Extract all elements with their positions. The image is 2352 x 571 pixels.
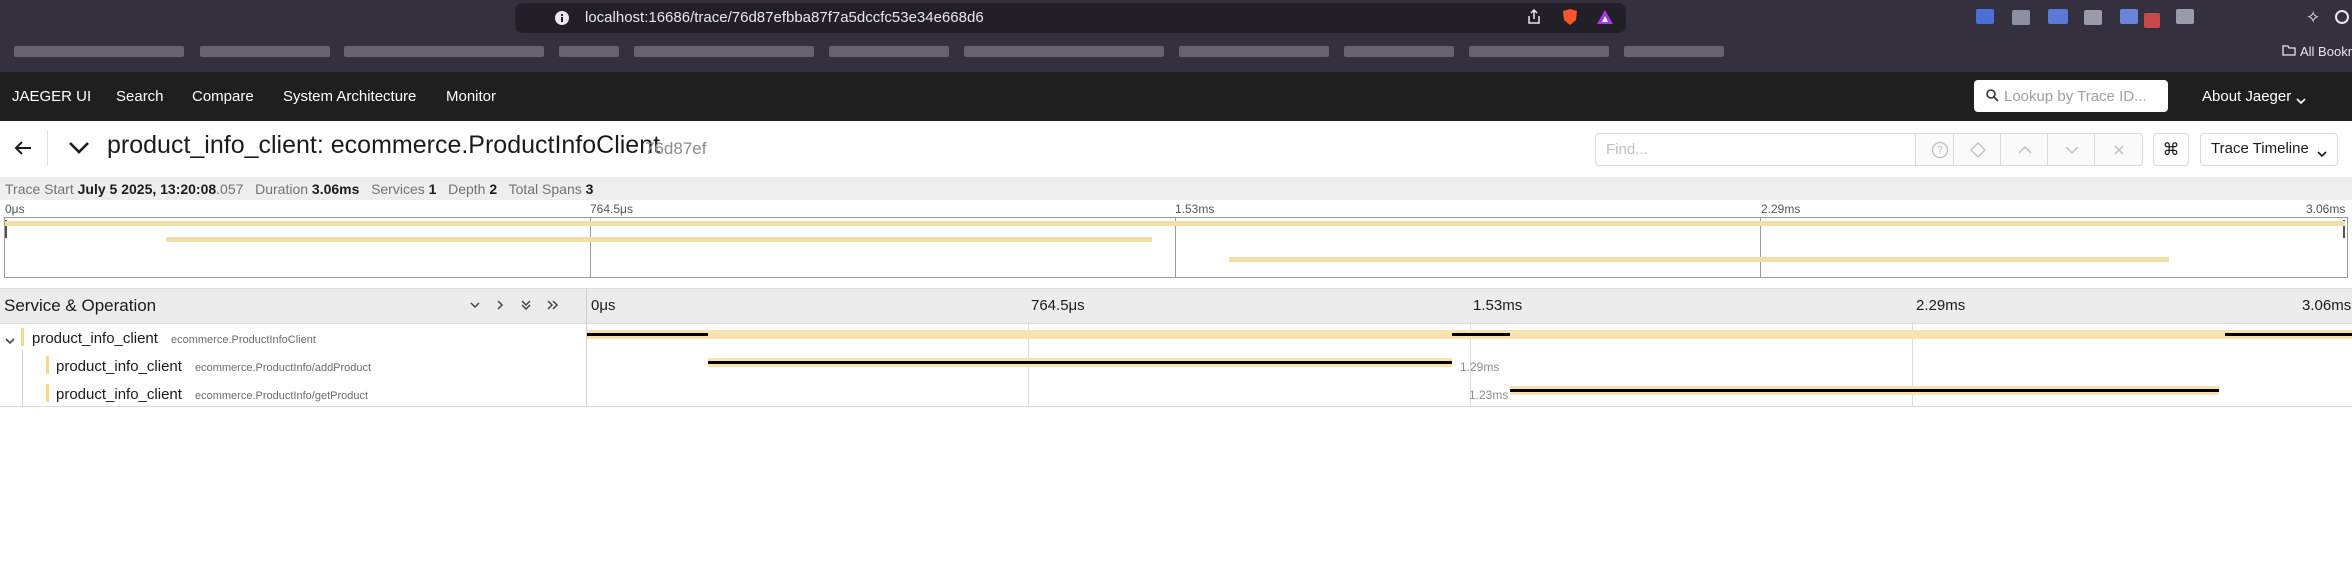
chevron-down-icon	[2317, 145, 2327, 162]
nav-search[interactable]: Search	[116, 88, 164, 105]
nav-system-architecture[interactable]: System Architecture	[283, 88, 416, 105]
trace-title: product_info_client: ecommerce.ProductIn…	[107, 131, 661, 159]
duration-value: 3.06ms	[311, 181, 360, 197]
span-operation: ecommerce.ProductInfo/getProduct	[195, 390, 369, 402]
span-self-time	[708, 361, 1453, 364]
timeline-minimap[interactable]	[4, 217, 2348, 278]
minimap-ticks: 0μs 764.5μs 1.53ms 2.29ms 3.06ms	[0, 200, 2352, 217]
total-spans-value: 3	[585, 181, 594, 197]
trace-start-ms: .057	[216, 181, 244, 197]
trace-start-label: Trace Start	[5, 181, 74, 197]
about-jaeger-menu[interactable]: About Jaeger	[2202, 88, 2291, 105]
nav-monitor[interactable]: Monitor	[446, 88, 496, 105]
prev-result-icon[interactable]	[2000, 133, 2049, 166]
column-header: Service & Operation	[4, 296, 157, 315]
timeline-tick: 0μs	[591, 297, 616, 314]
collapse-chevron-icon[interactable]	[68, 141, 90, 159]
span-self-time	[1509, 389, 2220, 392]
minimap-gridline	[590, 217, 591, 278]
trace-summary: Trace Start July 5 2025, 13:20:08.057 Du…	[0, 177, 2352, 200]
minimap-tick: 3.06ms	[2306, 202, 2346, 216]
back-arrow-icon[interactable]	[14, 140, 32, 161]
keyboard-shortcuts-icon[interactable]: ⌘	[2153, 133, 2189, 166]
folder-icon	[2282, 43, 2296, 61]
span-self-time	[1452, 333, 1510, 336]
site-info-icon[interactable]	[554, 10, 570, 31]
minimap-tick: 2.29ms	[1761, 202, 1801, 216]
service-color-marker	[46, 356, 49, 374]
timeline-tick: 2.29ms	[1916, 297, 1966, 314]
lookup-placeholder: Lookup by Trace ID...	[2004, 88, 2147, 105]
timeline-tick: 3.06ms	[2302, 297, 2352, 314]
minimap-gridline	[1760, 217, 1761, 278]
span-self-time	[2225, 333, 2352, 336]
minimap-tick: 0μs	[5, 202, 25, 216]
next-result-icon[interactable]	[2047, 133, 2096, 166]
collapse-all-icon[interactable]	[520, 298, 532, 316]
view-select-value: Trace Timeline	[2211, 140, 2309, 157]
row-collapse-chevron-icon[interactable]	[5, 332, 15, 350]
table-bottom-border	[0, 406, 2352, 407]
timeline-tick: 764.5μs	[1031, 297, 1085, 314]
find-placeholder: Find...	[1606, 141, 1648, 158]
services-value: 1	[428, 181, 437, 197]
span-service[interactable]: product_info_client	[32, 330, 158, 347]
bookmarks-bar[interactable]	[14, 46, 1724, 58]
svg-text:?: ?	[1937, 144, 1943, 157]
minimap-span-bar	[5, 221, 2345, 226]
view-select[interactable]: Trace Timeline	[2200, 133, 2338, 166]
tree-guide	[22, 350, 23, 406]
extensions-area[interactable]	[1976, 9, 2208, 28]
brave-shield-icon[interactable]	[1561, 8, 1579, 31]
locate-icon[interactable]	[1953, 133, 2002, 166]
row-divider	[0, 322, 2352, 323]
column-splitter[interactable]	[586, 288, 587, 406]
span-service[interactable]: product_info_client	[56, 386, 182, 403]
expand-one-icon[interactable]	[494, 298, 506, 316]
service-color-marker	[21, 328, 24, 346]
trace-id: 76d87ef	[645, 139, 707, 158]
minimap-span-bar	[1228, 257, 2170, 262]
span-table-header	[0, 288, 2352, 324]
brand-link[interactable]: JAEGER UI	[12, 88, 91, 105]
nav-compare[interactable]: Compare	[192, 88, 254, 105]
sparkle-icon[interactable]: ✧	[2306, 8, 2320, 28]
span-operation: ecommerce.ProductInfo/addProduct	[195, 362, 372, 374]
services-label: Services	[371, 181, 425, 197]
minimap-tick: 764.5μs	[590, 202, 633, 216]
span-duration-label: 1.29ms	[1460, 360, 1500, 374]
span-service[interactable]: product_info_client	[56, 358, 182, 375]
url-text[interactable]: localhost:16686/trace/76d87efbba87f7a5dc…	[585, 9, 984, 26]
minimap-span-bar	[165, 237, 1153, 242]
depth-value: 2	[489, 181, 498, 197]
header-divider	[47, 130, 48, 166]
timeline-tick: 1.53ms	[1473, 297, 1523, 314]
brave-rewards-icon[interactable]	[1596, 8, 1614, 31]
settings-icon[interactable]	[2334, 8, 2350, 31]
search-icon	[1986, 89, 1999, 107]
span-self-time	[587, 333, 709, 336]
clear-search-icon[interactable]	[2094, 133, 2143, 166]
span-operation: ecommerce.ProductInfoClient	[171, 334, 316, 346]
all-bookmarks[interactable]: All Bookm	[2300, 44, 2352, 59]
minimap-tick: 1.53ms	[1175, 202, 1215, 216]
total-spans-label: Total Spans	[508, 181, 582, 197]
depth-label: Depth	[448, 181, 486, 197]
trace-start-value: July 5 2025, 13:20:08	[77, 181, 217, 197]
collapse-one-icon[interactable]	[469, 298, 481, 316]
duration-label: Duration	[255, 181, 309, 197]
service-color-marker	[46, 384, 49, 402]
minimap-gridline	[1175, 217, 1176, 278]
share-icon[interactable]	[1526, 8, 1542, 30]
expand-all-icon[interactable]	[546, 298, 560, 316]
chevron-down-icon	[2296, 92, 2306, 110]
span-duration-label: 1.23ms	[1469, 388, 1509, 402]
